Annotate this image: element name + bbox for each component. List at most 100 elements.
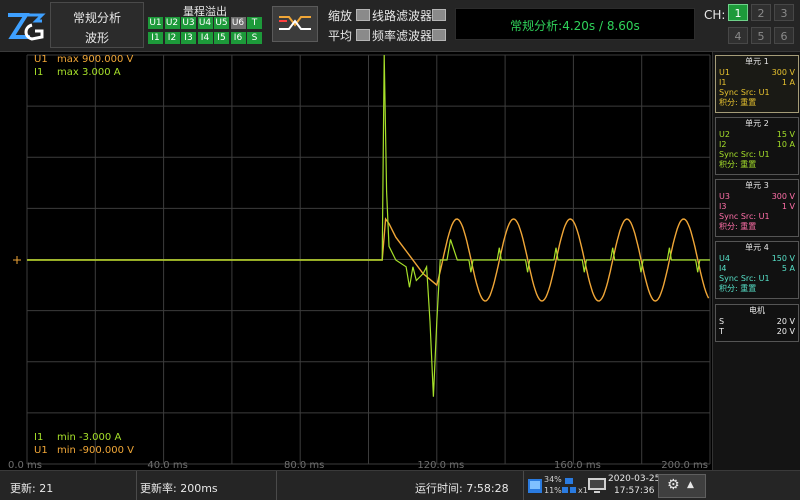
unit-row-label: I2 [719,140,727,149]
unit-row: 积分: 重置 [719,160,795,170]
channel-button-4[interactable]: 4 [728,27,748,44]
unit-title: 电机 [749,306,765,315]
unit-row: Sync Src: U1 [719,212,795,222]
unit-row-label: I1 [719,78,727,87]
channel-button-2[interactable]: 2 [751,4,771,21]
unit-row: I3 1 V [719,202,795,212]
channel-button-1[interactable]: 1 [728,4,748,21]
average-label: 平均 [328,29,353,43]
monitor-icon [528,479,542,493]
unit-title: 单元 4 [745,243,769,252]
overrange-chip-u5: U5 [214,17,229,29]
u1-max-value: max 900.000 V [57,54,134,65]
channel-button-5[interactable]: 5 [751,27,771,44]
unit-row-value: 20 V [776,317,795,326]
unit-row-value: 5 A [781,264,795,273]
unit-card-2[interactable]: 单元 2 U2 15 V I2 10 A Sync Src: U1 积分: 重置 [715,117,799,175]
unit-row-value: 1 V [781,202,795,211]
unit-row: I4 5 A [719,264,795,274]
analysis-status-text: 常规分析:4.20s / 8.60s [510,19,640,33]
overrange-chip-u6: U6 [230,17,246,29]
unit-row-label: U2 [719,130,730,139]
unit-row-label: Sync Src: U1 [719,212,770,221]
bottom-status-bar: 更新: 21 更新率: 200ms 运行时间: 7:58:28 34% 11% … [0,470,800,500]
unit-row-value: 150 V [771,254,795,263]
unit-row-label: U3 [719,192,730,201]
unit-row: T 20 V [719,327,795,337]
unit-row-value: 15 V [776,130,795,139]
freq-filter-checkbox[interactable] [432,29,446,41]
unit-row: 积分: 重置 [719,284,795,294]
waveform-chart: 0.0 ms 40.0 ms 80.0 ms 120.0 ms 160.0 ms 200.… [8,54,711,470]
unit-card-1[interactable]: 单元 1 U1 300 V I1 1 A Sync Src: U1 积分: 重置 [715,55,799,113]
time-tick-label: 0.0 ms [8,460,42,470]
date: 2020-03-25 [608,474,661,484]
unit-row-label: 积分: 重置 [719,222,757,231]
filter-toggle-button[interactable] [272,6,318,42]
zoom-label: 缩放 [328,9,353,23]
time-tick-label: 120.0 ms [417,460,464,470]
unit-row-label: T [719,327,724,336]
unit-row-label: I3 [719,202,727,211]
unit-title: 单元 3 [745,181,769,190]
unit-row-value: 20 V [776,327,795,336]
unit-row: S 20 V [719,317,795,327]
line-filter-checkbox[interactable] [432,9,446,21]
unit-row: U3 300 V [719,192,795,202]
unit-row: 积分: 重置 [719,222,795,232]
unit-row: I1 1 A [719,78,795,88]
unit-card-5[interactable]: 电机 S 20 V T 20 V [715,304,799,342]
unit-card-4[interactable]: 单元 4 U4 150 V I4 5 A Sync Src: U1 积分: 重置 [715,241,799,299]
freq-filter-label: 频率滤波器 [372,29,433,43]
unit-row-label: 积分: 重置 [719,284,757,293]
unit-row-label: Sync Src: U1 [719,88,770,97]
unit-row-label: 积分: 重置 [719,98,757,107]
channel-button-3[interactable]: 3 [774,4,794,21]
overrange-indicator: 量程溢出 U1 U2 U3 U4 U5 U6 T I1 I2 I3 I4 I5 I6 S [146,2,264,48]
run-time: 运行时间: 7:58:28 [415,482,509,495]
brand-logo-icon [2,3,48,49]
unit-row-label: I4 [719,264,727,273]
waveform-plot[interactable]: 0.0 ms 40.0 ms 80.0 ms 120.0 ms 160.0 ms 200.… [0,52,712,470]
overrange-chip-i1: I1 [148,32,163,44]
chevron-up-icon: ▲ [687,480,694,490]
average-checkbox[interactable] [356,29,370,41]
unit-row: Sync Src: U1 [719,150,795,160]
overrange-chip-i2: I2 [164,32,180,44]
unit-row: 积分: 重置 [719,98,795,108]
overrange-chip-u2: U2 [164,17,180,29]
zoom-checkbox[interactable] [356,9,370,21]
channel-button-6[interactable]: 6 [774,27,794,44]
unit-row-label: S [719,317,725,326]
line-filter-label: 线路滤波器 [372,9,433,23]
divider [276,471,277,500]
unit-panel: 单元 1 U1 300 V I1 1 A Sync Src: U1 积分: 重置 单元 2 U2… [712,52,800,470]
unit-row: U2 15 V [719,130,795,140]
unit-row-label: U1 [719,68,730,77]
unit-title: 单元 1 [745,57,769,66]
mode-selector[interactable]: 常规分析 波形 [50,2,144,48]
i1-min-value: min -3.000 A [57,432,122,443]
unit-row: Sync Src: U1 [719,274,795,284]
analysis-status: 常规分析:4.20s / 8.60s [455,8,695,40]
unit-row-label: Sync Src: U1 [719,150,770,159]
mode-title: 常规分析 [72,11,121,25]
memory-usage: 11% [544,486,562,495]
network-icon [562,478,576,493]
gear-icon: ⚙ [667,477,680,493]
unit-row-value: 1 A [781,78,795,87]
mode-subtitle: 波形 [84,31,109,45]
overrange-chip-u3: U3 [181,17,196,29]
zoom-factor: x1 [578,486,588,495]
unit-card-3[interactable]: 单元 3 U3 300 V I3 1 V Sync Src: U1 积分: 重置 [715,179,799,237]
overrange-chip-u4: U4 [197,17,213,29]
cpu-usage: 34% [544,475,562,484]
time: 17:57:36 [614,486,655,496]
i1-max-channel: I1 [34,67,44,78]
u1-min-channel: U1 [34,445,48,456]
unit-row-label: 积分: 重置 [719,160,757,169]
overrange-chip-i5: I5 [214,32,229,44]
display-icon [588,478,606,493]
settings-button[interactable]: ⚙ ▲ [658,474,706,498]
overrange-chip-i6: I6 [230,32,246,44]
